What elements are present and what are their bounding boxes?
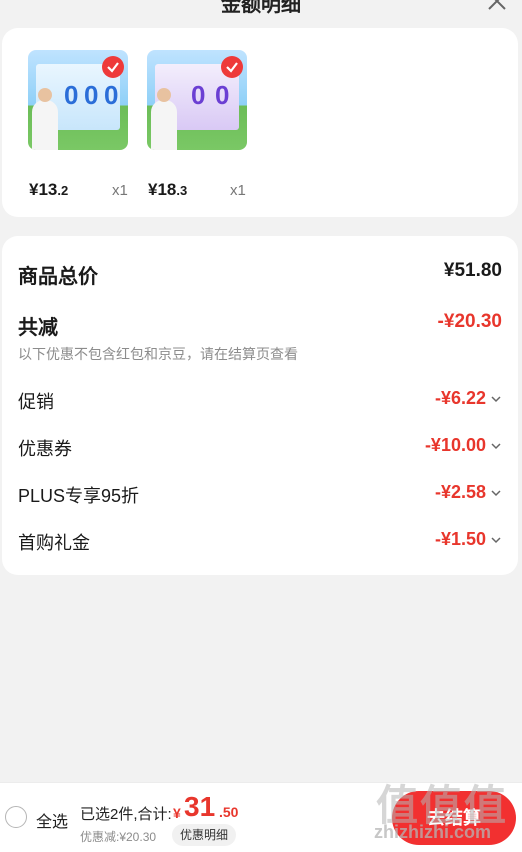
- product-thumbnail[interactable]: 0 0 0: [28, 50, 128, 150]
- discount-row-plus[interactable]: PLUS专享95折 -¥2.58: [18, 482, 502, 508]
- select-all-label[interactable]: 全选: [36, 808, 68, 832]
- discount-value: -¥10.00: [425, 435, 502, 456]
- discount-note: 以下优惠不包含红包和京豆，请在结算页查看: [18, 344, 502, 364]
- selected-count-text: 已选2件,合计:: [80, 806, 172, 823]
- header: 金额明细: [0, 0, 522, 20]
- price-summary-card: 商品总价 ¥51.80 共减 -¥20.30 以下优惠不包含红包和京豆，请在结算…: [2, 236, 518, 575]
- reduce-label: 共减: [18, 317, 58, 339]
- total-currency: ¥: [173, 805, 181, 821]
- check-icon[interactable]: [221, 56, 243, 78]
- discount-value: -¥6.22: [435, 388, 502, 409]
- product-quantity: x1: [230, 182, 246, 199]
- total-integer: 31: [184, 791, 216, 822]
- discount-amount: -¥1.50: [434, 529, 486, 549]
- discount-row-promotion[interactable]: 促销 -¥6.22: [18, 388, 502, 414]
- product-quantity: x1: [112, 182, 128, 199]
- discount-amount: -¥6.22: [434, 388, 486, 408]
- total-value: ¥51.80: [443, 260, 502, 281]
- person-figure: [151, 88, 177, 150]
- discount-label: PLUS专享95折: [18, 486, 140, 506]
- discount-value: -¥2.58: [435, 482, 502, 503]
- product-price: ¥18.3: [148, 180, 187, 200]
- discount-summary-text: 优惠减:¥20.30: [80, 830, 157, 844]
- discount-label: 优惠券: [18, 439, 72, 459]
- zero-label-icon: 0: [84, 80, 99, 110]
- zero-label-icon: 0: [104, 80, 119, 110]
- select-all-radio[interactable]: [5, 806, 27, 828]
- chevron-down-icon[interactable]: [490, 394, 502, 404]
- discount-row-first-purchase[interactable]: 首购礼金 -¥1.50: [18, 529, 502, 555]
- reduce-value: -¥20.30: [437, 311, 502, 332]
- price-integer: ¥18: [148, 180, 177, 199]
- total-row: 商品总价 ¥51.80: [18, 260, 502, 288]
- close-icon[interactable]: [486, 0, 508, 12]
- discount-amount: -¥2.58: [434, 482, 486, 502]
- discount-value: -¥1.50: [435, 529, 502, 550]
- discount-row-coupon[interactable]: 优惠券 -¥10.00: [18, 435, 502, 461]
- person-figure: [32, 88, 58, 150]
- discount-amount: -¥10.00: [424, 435, 486, 455]
- total-decimal: .50: [219, 804, 239, 820]
- zero-label-icon: 0: [191, 80, 206, 110]
- chevron-down-icon[interactable]: [490, 441, 502, 451]
- zero-label-icon: 0: [215, 80, 230, 110]
- discount-label: 首购礼金: [18, 533, 90, 553]
- price-integer: ¥13: [29, 180, 58, 199]
- price-decimal: .2: [57, 183, 69, 198]
- product-item[interactable]: 0 0: [121, 50, 247, 150]
- reduce-row: 共减 -¥20.30: [18, 311, 502, 339]
- price-decimal: .3: [176, 183, 188, 198]
- zero-label-icon: 0: [64, 80, 79, 110]
- product-thumbnail[interactable]: 0 0: [147, 50, 247, 150]
- total-label: 商品总价: [18, 266, 98, 288]
- checkout-button[interactable]: 去结算: [392, 791, 516, 845]
- page-title: 金额明细: [221, 0, 301, 16]
- checkout-bar: 全选 已选2件,合计: ¥ 31 .50 优惠减:¥20.30 优惠明细 去结算: [0, 782, 522, 852]
- chevron-down-icon[interactable]: [490, 535, 502, 545]
- note-text: 以下优惠不包含红包和京豆，请在结算页查看: [18, 346, 298, 362]
- product-card: 0 0 0 ¥13.2 x1 0 0 ¥18.3 x1: [2, 28, 518, 217]
- product-item[interactable]: 0 0 0: [2, 50, 128, 150]
- chevron-down-icon[interactable]: [490, 488, 502, 498]
- discount-detail-button[interactable]: 优惠明细: [172, 824, 237, 846]
- product-price: ¥13.2: [29, 180, 68, 200]
- discount-label: 促销: [18, 392, 54, 412]
